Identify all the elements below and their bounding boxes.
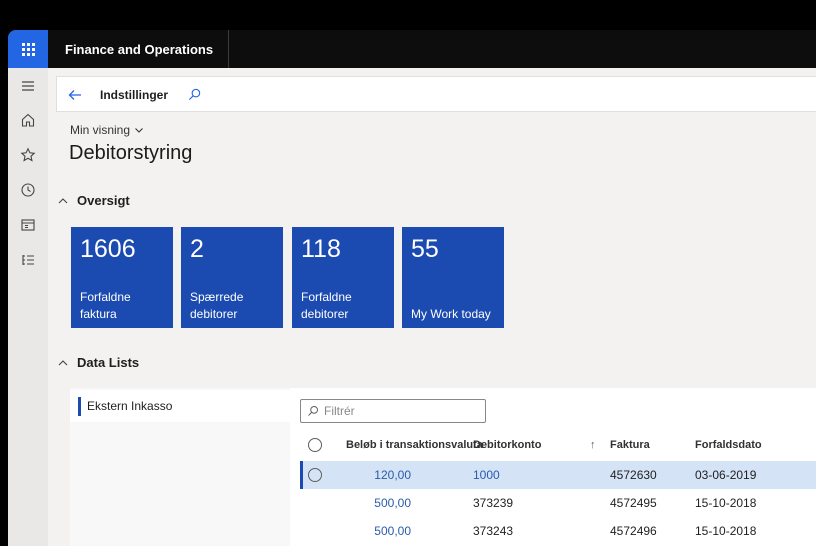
tile-label: Forfaldne debitorer xyxy=(301,290,352,321)
chevron-up-icon xyxy=(58,359,68,365)
table-row[interactable]: 500,00 373239 4572495 15-10-2018 xyxy=(300,489,816,517)
list-item-ekstern-inkasso[interactable]: Ekstern Inkasso xyxy=(70,390,290,422)
back-arrow-icon[interactable] xyxy=(67,87,83,103)
data-grid-panel: Filtrér Beløb i transaktionsvaluta Debit… xyxy=(290,388,816,546)
selected-indicator xyxy=(78,397,81,416)
left-navigation xyxy=(8,68,48,546)
cell-account[interactable]: 1000 xyxy=(473,461,500,489)
tile-forfaldne-debitorer[interactable]: 118 Forfaldne debitorer xyxy=(292,227,394,328)
list-item-label: Ekstern Inkasso xyxy=(87,399,173,413)
view-selector[interactable]: Min visning xyxy=(70,123,144,137)
home-icon xyxy=(21,113,35,127)
nav-hamburger-button[interactable] xyxy=(8,70,48,102)
section-header-overview[interactable]: Oversigt xyxy=(58,193,130,208)
tile-count: 55 xyxy=(411,235,439,263)
clock-icon xyxy=(21,183,35,197)
view-selector-label: Min visning xyxy=(70,123,131,137)
workspace-icon xyxy=(21,219,35,231)
radio-icon xyxy=(308,468,322,482)
cell-amount[interactable]: 500,00 xyxy=(346,517,411,545)
cell-invoice: 4572495 xyxy=(610,496,657,510)
select-all-checkbox[interactable] xyxy=(308,433,322,457)
column-header-account[interactable]: Debitorkonto xyxy=(473,433,541,457)
selected-indicator xyxy=(300,461,303,489)
waffle-icon xyxy=(21,42,35,56)
modules-list-icon xyxy=(22,255,34,265)
page-title: Debitorstyring xyxy=(69,142,193,164)
search-icon xyxy=(308,406,318,416)
data-list-panel: Ekstern Inkasso xyxy=(70,388,290,546)
grid-header: Beløb i transaktionsvaluta Debitorkonto … xyxy=(300,433,816,457)
app-title[interactable]: Finance and Operations xyxy=(48,30,229,68)
tile-count: 118 xyxy=(301,235,341,263)
app-launcher-button[interactable] xyxy=(8,30,48,68)
search-icon[interactable] xyxy=(187,87,202,102)
navigation-bar: Indstillinger xyxy=(56,76,816,112)
nav-home-button[interactable] xyxy=(8,104,48,136)
section-title: Oversigt xyxy=(77,193,130,208)
hamburger-icon xyxy=(22,81,34,91)
tile-forfaldne-faktura[interactable]: 1606 Forfaldne faktura xyxy=(71,227,173,328)
app-window: Finance and Operations Indstillinger Min… xyxy=(8,30,816,546)
nav-favorites-button[interactable] xyxy=(8,139,48,171)
table-row[interactable]: 120,00 1000 4572630 03-06-2019 xyxy=(300,461,816,489)
filter-placeholder: Filtrér xyxy=(324,404,355,418)
cell-amount[interactable]: 500,00 xyxy=(346,489,411,517)
chevron-up-icon xyxy=(58,197,68,203)
nav-recent-button[interactable] xyxy=(8,174,48,206)
tile-spaerrede-debitorer[interactable]: 2 Spærrede debitorer xyxy=(181,227,283,328)
table-row[interactable]: 500,00 373243 4572496 15-10-2018 xyxy=(300,517,816,545)
nav-modules-button[interactable] xyxy=(8,244,48,276)
tile-label: Forfaldne faktura xyxy=(80,290,131,321)
cell-invoice: 4572496 xyxy=(610,524,657,538)
column-header-amount[interactable]: Beløb i transaktionsvaluta xyxy=(346,433,483,457)
cell-amount[interactable]: 120,00 xyxy=(346,461,411,489)
nav-workspaces-button[interactable] xyxy=(8,209,48,241)
star-icon xyxy=(20,147,36,162)
radio-icon xyxy=(308,438,322,452)
cell-due-date: 15-10-2018 xyxy=(695,496,757,510)
cell-invoice: 4572630 xyxy=(610,468,657,482)
cell-account[interactable]: 373243 xyxy=(473,517,513,545)
tile-label: Spærrede debitorer xyxy=(190,290,244,321)
tile-my-work-today[interactable]: 55 My Work today xyxy=(402,227,504,328)
tile-label: My Work today xyxy=(411,307,491,321)
tile-count: 2 xyxy=(190,235,204,263)
cell-account[interactable]: 373239 xyxy=(473,489,513,517)
filter-input[interactable]: Filtrér xyxy=(300,399,486,423)
cell-due-date: 15-10-2018 xyxy=(695,524,757,538)
column-header-due-date[interactable]: Forfaldsdato xyxy=(695,433,762,457)
sort-ascending-icon[interactable]: ↑ xyxy=(590,433,596,457)
row-select-radio[interactable] xyxy=(308,461,322,489)
top-bar: Finance and Operations xyxy=(8,30,816,68)
tile-count: 1606 xyxy=(80,235,136,263)
chevron-down-icon xyxy=(135,128,143,133)
cell-due-date: 03-06-2019 xyxy=(695,468,757,482)
section-title: Data Lists xyxy=(77,355,140,370)
column-header-invoice[interactable]: Faktura xyxy=(610,433,650,457)
breadcrumb[interactable]: Indstillinger xyxy=(100,88,168,102)
section-header-data-lists[interactable]: Data Lists xyxy=(58,355,139,370)
